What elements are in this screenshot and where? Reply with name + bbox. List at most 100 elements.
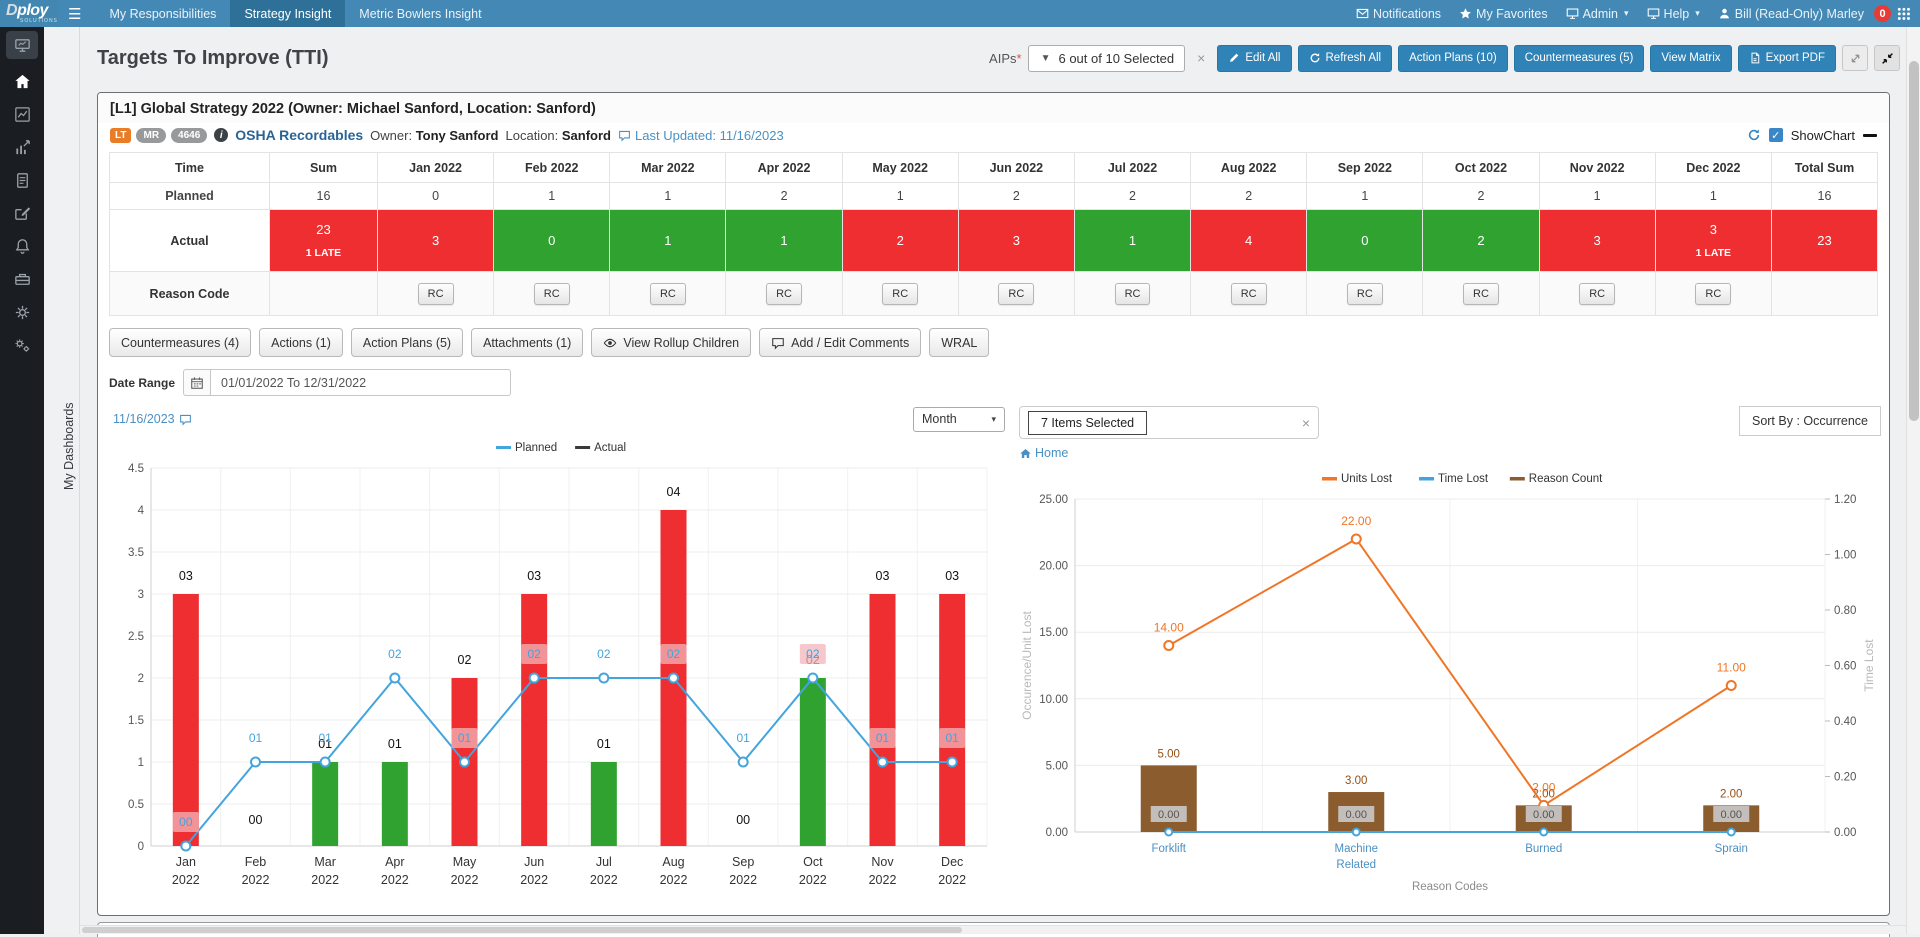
info-icon[interactable]: i xyxy=(214,128,228,142)
rc-button[interactable]: RC xyxy=(650,283,686,305)
nav-bill-read-only-marley[interactable]: Bill (Read-Only) Marley xyxy=(1718,7,1864,21)
actual-cell[interactable]: 3 xyxy=(378,210,494,272)
aips-dropdown[interactable]: ▼ 6 out of 10 Selected xyxy=(1028,45,1186,72)
attachments-1-button[interactable]: Attachments (1) xyxy=(471,328,583,357)
svg-text:00: 00 xyxy=(736,813,750,827)
collapse-panel-button[interactable] xyxy=(1874,45,1900,71)
chart-home-link[interactable]: Home xyxy=(1019,446,1068,460)
action-plans-10-button[interactable]: Action Plans (10) xyxy=(1398,45,1508,72)
vertical-scrollbar-thumb[interactable] xyxy=(1909,61,1919,421)
actual-cell[interactable]: 4 xyxy=(1191,210,1307,272)
horizontal-scrollbar-thumb[interactable] xyxy=(82,927,962,933)
app-logo[interactable]: Dploy SOLUTIONS xyxy=(0,0,58,27)
sidebar-item-notifications-bell[interactable] xyxy=(4,230,40,263)
edit-all-button[interactable]: Edit All xyxy=(1217,45,1291,72)
view-matrix-button[interactable]: View Matrix xyxy=(1650,45,1731,72)
show-chart-checkbox[interactable]: ✓ xyxy=(1769,128,1783,142)
items-selected-dropdown[interactable]: 7 Items Selected × xyxy=(1019,406,1319,439)
svg-text:0.5: 0.5 xyxy=(128,799,144,811)
nav-admin[interactable]: Admin▾ xyxy=(1566,7,1629,21)
svg-text:Machine: Machine xyxy=(1335,843,1378,855)
svg-text:Reason Count: Reason Count xyxy=(1529,473,1603,485)
countermeasures-4-button[interactable]: Countermeasures (4) xyxy=(109,328,251,357)
actual-cell[interactable]: 3 xyxy=(958,210,1074,272)
sidebar-item-settings-gear[interactable] xyxy=(4,296,40,329)
sidebar-item-edit-form[interactable] xyxy=(4,197,40,230)
actual-cell[interactable]: 0 xyxy=(494,210,610,272)
actions-1-button[interactable]: Actions (1) xyxy=(259,328,343,357)
sidebar-item-toolbox[interactable] xyxy=(4,263,40,296)
actual-cell[interactable]: 2 xyxy=(842,210,958,272)
sidebar-item-home[interactable] xyxy=(4,65,40,98)
expand-panel-button[interactable] xyxy=(1842,45,1868,71)
period-select[interactable]: Month▾ xyxy=(913,407,1005,432)
items-clear-button[interactable]: × xyxy=(1302,415,1310,431)
aips-clear-button[interactable]: × xyxy=(1191,50,1211,66)
nav-my-favorites[interactable]: My Favorites xyxy=(1459,7,1548,21)
actual-cell[interactable]: 3 xyxy=(1539,210,1655,272)
refresh-all-button[interactable]: Refresh All xyxy=(1298,45,1393,72)
my-dashboards-vertical-label[interactable]: My Dashboards xyxy=(62,402,76,490)
refresh-icon[interactable] xyxy=(1747,128,1761,142)
actual-cell[interactable]: 231 LATE xyxy=(270,210,378,272)
svg-text:0.00: 0.00 xyxy=(1533,809,1554,821)
nav-notifications[interactable]: Notifications xyxy=(1356,7,1441,21)
date-range-input[interactable] xyxy=(211,369,511,396)
rc-button[interactable]: RC xyxy=(882,283,918,305)
planned-value: 2 xyxy=(958,183,1074,210)
comment-icon xyxy=(179,413,192,426)
rc-button[interactable]: RC xyxy=(1115,283,1151,305)
nav-tab-metric-bowlers-insight[interactable]: Metric Bowlers Insight xyxy=(345,0,495,27)
vertical-scrollbar[interactable] xyxy=(1906,27,1920,934)
strategy-header: [L1] Global Strategy 2022 (Owner: Michae… xyxy=(98,93,1889,123)
rc-button[interactable]: RC xyxy=(1579,283,1615,305)
actual-cell[interactable]: 1 xyxy=(1074,210,1190,272)
chart-date-link[interactable]: 11/16/2023 xyxy=(113,412,192,426)
countermeasures-5-button[interactable]: Countermeasures (5) xyxy=(1514,45,1645,72)
planned-value: 2 xyxy=(1074,183,1190,210)
sidebar-item-report-document[interactable] xyxy=(4,164,40,197)
alert-count-badge[interactable]: 0 xyxy=(1874,5,1891,22)
rc-button[interactable]: RC xyxy=(418,283,454,305)
items-selected-value[interactable]: 7 Items Selected xyxy=(1028,411,1147,435)
actual-cell[interactable]: 1 xyxy=(726,210,842,272)
horizontal-scrollbar[interactable] xyxy=(80,925,1906,934)
nav-right: Notifications My Favorites Admin▾ Help▾ Bill… xyxy=(1356,7,1864,21)
rc-button[interactable]: RC xyxy=(998,283,1034,305)
nav-help[interactable]: Help▾ xyxy=(1647,7,1700,21)
actual-cell[interactable]: 2 xyxy=(1423,210,1539,272)
hamburger-menu-icon[interactable]: ☰ xyxy=(68,5,81,23)
last-updated-link[interactable]: Last Updated: 11/16/2023 xyxy=(618,128,784,143)
rc-button[interactable]: RC xyxy=(1231,283,1267,305)
collapse-row-icon[interactable] xyxy=(1863,134,1877,137)
sidebar-item-line-chart[interactable] xyxy=(4,98,40,131)
view-rollup-children-button[interactable]: View Rollup Children xyxy=(591,328,751,357)
export-pdf-button[interactable]: Export PDF xyxy=(1738,45,1836,72)
wral-button[interactable]: WRAL xyxy=(929,328,989,357)
action-plans-5-button[interactable]: Action Plans (5) xyxy=(351,328,463,357)
planned-value: 2 xyxy=(1423,183,1539,210)
add-edit-comments-button[interactable]: Add / Edit Comments xyxy=(759,328,921,357)
actual-cell[interactable]: 0 xyxy=(1307,210,1423,272)
sidebar-item-dashboard-monitor[interactable] xyxy=(6,31,38,59)
actual-cell[interactable]: 31 LATE xyxy=(1655,210,1771,272)
rc-button[interactable]: RC xyxy=(1463,283,1499,305)
rc-button[interactable]: RC xyxy=(1347,283,1383,305)
actual-cell[interactable]: 1 xyxy=(610,210,726,272)
svg-text:01: 01 xyxy=(458,731,472,745)
nav-tab-my-responsibilities[interactable]: My Responsibilities xyxy=(95,0,230,27)
sidebar-item-metric-chart[interactable] xyxy=(4,131,40,164)
app-grid-icon[interactable] xyxy=(1897,7,1910,20)
metric-actions-row: Countermeasures (4) Actions (1) Action Pla… xyxy=(98,316,1889,363)
rc-button[interactable]: RC xyxy=(1695,283,1731,305)
nav-tab-strategy-insight[interactable]: Strategy Insight xyxy=(230,0,345,27)
actual-cell[interactable]: 23 xyxy=(1772,210,1878,272)
rc-button[interactable]: RC xyxy=(766,283,802,305)
metric-name-link[interactable]: OSHA Recordables xyxy=(235,127,363,143)
home-icon xyxy=(1019,447,1032,460)
sidebar-item-admin-gears[interactable] xyxy=(4,329,40,362)
calendar-button[interactable] xyxy=(183,369,211,396)
aips-selected-value: 6 out of 10 Selected xyxy=(1058,51,1174,66)
sort-by-button[interactable]: Sort By : Occurrence xyxy=(1739,406,1881,436)
rc-button[interactable]: RC xyxy=(534,283,570,305)
